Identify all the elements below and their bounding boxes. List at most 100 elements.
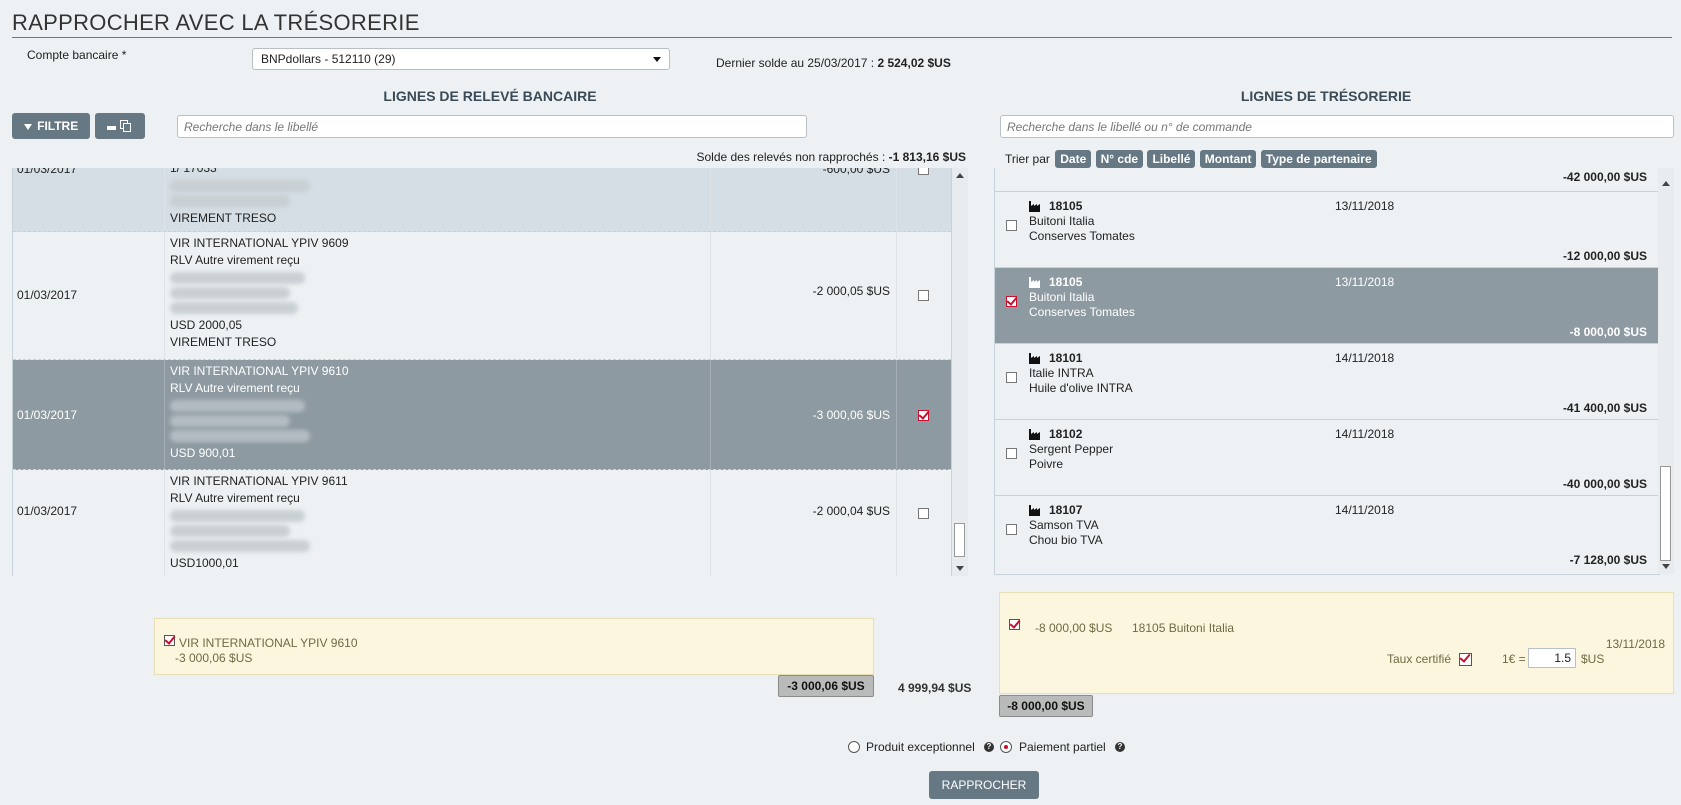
- factory-icon: [1029, 429, 1040, 440]
- order-number: 18105: [1049, 275, 1083, 289]
- table-row[interactable]: 01/03/2017 VIR INTERNATIONAL YPIV 9609 R…: [13, 232, 951, 360]
- chevron-down-icon: [653, 57, 661, 62]
- item-partner: Samson TVA: [1029, 518, 1099, 532]
- scrollbar-thumb[interactable]: [954, 523, 965, 557]
- item-label: Huile d'olive INTRA: [1029, 381, 1133, 395]
- item-checkbox[interactable]: [1006, 372, 1017, 383]
- help-icon[interactable]: ?: [1115, 742, 1125, 752]
- selection-checkbox[interactable]: [1009, 619, 1020, 630]
- table-row[interactable]: 01/03/2017 VIR INTERNATIONAL YPIV 9611 R…: [13, 470, 951, 576]
- account-select-value: BNPdollars - 512110 (29): [261, 52, 396, 66]
- list-item[interactable]: 18101 14/11/2018 Italie INTRA Huile d'ol…: [995, 344, 1659, 420]
- row-checkbox[interactable]: [918, 410, 929, 421]
- item-checkbox[interactable]: [1006, 220, 1017, 231]
- redacted-text: [170, 302, 298, 314]
- list-item[interactable]: 18107 14/11/2018 Samson TVA Chou bio TVA…: [995, 496, 1659, 574]
- scroll-up-icon[interactable]: [1662, 181, 1670, 186]
- order-number: 18102: [1049, 427, 1083, 441]
- row-amount: -3 000,06 $US: [710, 360, 896, 469]
- redacted-text: [170, 180, 310, 192]
- bank-search-input[interactable]: Recherche dans le libellé: [177, 115, 807, 138]
- scroll-up-icon[interactable]: [956, 173, 964, 178]
- selection-checkbox[interactable]: [164, 635, 175, 646]
- treasury-lines-list: -42 000,00 $US 18105 13/11/2018 Buitoni …: [994, 168, 1660, 575]
- list-item[interactable]: -42 000,00 $US: [995, 168, 1659, 192]
- filter-button-label: FILTRE: [37, 119, 79, 133]
- account-select[interactable]: BNPdollars - 512110 (29): [252, 48, 670, 70]
- sort-date-button[interactable]: Date: [1055, 150, 1092, 168]
- sort-order-button[interactable]: N° cde: [1095, 150, 1144, 168]
- row-label-line: RLV Autre virement reçu: [170, 381, 300, 395]
- last-balance-label: Dernier solde au 25/03/2017 :: [716, 56, 875, 70]
- item-partner: Buitoni Italia: [1029, 214, 1095, 228]
- filter-button[interactable]: FILTRE: [12, 113, 90, 139]
- last-balance-value: 2 524,02 $US: [877, 56, 951, 70]
- partial-payment-radio[interactable]: [1000, 741, 1012, 753]
- table-row[interactable]: 01/03/2017 VIR INTERNATIONAL YPIV 9610 R…: [13, 360, 951, 470]
- item-label: Poivre: [1029, 457, 1064, 471]
- row-date: 01/03/2017: [17, 168, 78, 176]
- sort-partner-type-button[interactable]: Type de partenaire: [1260, 150, 1377, 168]
- row-amount: -2 000,05 $US: [710, 232, 896, 359]
- table-row[interactable]: 01/03/2017 1/ 17033 VIREMENT TRESO -600,…: [13, 168, 951, 232]
- item-amount: -41 400,00 $US: [1562, 401, 1647, 415]
- item-label: Conserves Tomates: [1029, 229, 1135, 243]
- rate-input[interactable]: 1.5: [1528, 648, 1576, 668]
- selection-label: VIR INTERNATIONAL YPIV 9610: [179, 636, 358, 650]
- scroll-down-icon[interactable]: [1662, 564, 1670, 569]
- item-date: 13/11/2018: [1335, 199, 1395, 213]
- reconcile-button[interactable]: RAPPROCHER: [929, 771, 1039, 799]
- item-partner: Buitoni Italia: [1029, 290, 1095, 304]
- row-checkbox[interactable]: [918, 290, 929, 301]
- unreconciled-value: -1 813,16 $US: [888, 150, 966, 164]
- bank-lines-scrollbar[interactable]: [952, 168, 968, 576]
- scrollbar-thumb[interactable]: [1660, 466, 1671, 561]
- row-label-line: 1/ 17033: [170, 168, 217, 175]
- sort-amount-button[interactable]: Montant: [1199, 150, 1257, 168]
- treasury-lines-scrollbar[interactable]: [1658, 168, 1674, 574]
- sort-label: Trier par: [1005, 152, 1050, 166]
- redacted-text: [170, 525, 290, 537]
- redacted-text: [170, 540, 310, 552]
- row-label-line: VIR INTERNATIONAL YPIV 9610: [170, 364, 349, 378]
- collapse-copy-button[interactable]: [95, 113, 145, 139]
- item-date: 13/11/2018: [1335, 275, 1395, 289]
- redacted-text: [170, 415, 290, 427]
- row-checkbox[interactable]: [918, 168, 929, 175]
- unreconciled-label: Solde des relevés non rapprochés :: [696, 150, 886, 164]
- scroll-down-icon[interactable]: [956, 566, 964, 571]
- sort-label-button[interactable]: Libellé: [1147, 150, 1196, 168]
- row-label-line: VIREMENT TRESO: [170, 211, 277, 225]
- selection-date: 13/11/2018: [1605, 637, 1665, 651]
- redacted-text: [170, 400, 305, 412]
- item-amount: -8 000,00 $US: [1569, 325, 1647, 339]
- bank-lines-heading: LIGNES DE RELEVÉ BANCAIRE: [383, 88, 597, 104]
- exceptional-product-radio[interactable]: [848, 741, 860, 753]
- factory-icon: [1029, 353, 1040, 364]
- factory-icon: [1029, 277, 1040, 288]
- redacted-text: [170, 195, 290, 207]
- title-divider: [12, 37, 1672, 38]
- list-item[interactable]: 18105 13/11/2018 Buitoni Italia Conserve…: [995, 192, 1659, 268]
- row-amount: -600,00 $US: [710, 168, 896, 231]
- minus-icon: [107, 126, 116, 130]
- unreconciled-balance: Solde des relevés non rapprochés : -1 81…: [600, 150, 966, 164]
- row-date: 01/03/2017: [17, 408, 78, 422]
- item-checkbox[interactable]: [1006, 448, 1017, 459]
- item-checkbox[interactable]: [1006, 524, 1017, 535]
- certified-rate-checkbox[interactable]: [1459, 653, 1472, 666]
- item-partner: Italie INTRA: [1029, 366, 1094, 380]
- item-checkbox[interactable]: [1006, 296, 1017, 307]
- item-date: 14/11/2018: [1335, 503, 1395, 517]
- row-label-line: VIR INTERNATIONAL YPIV 9611: [170, 474, 348, 488]
- list-item[interactable]: 18102 14/11/2018 Sergent Pepper Poivre -…: [995, 420, 1659, 496]
- item-partner: Sergent Pepper: [1029, 442, 1114, 456]
- help-icon[interactable]: ?: [984, 742, 994, 752]
- row-checkbox[interactable]: [918, 508, 929, 519]
- item-date: 14/11/2018: [1335, 427, 1395, 441]
- selection-label: 18105 Buitoni Italia: [1132, 621, 1235, 635]
- redacted-text: [170, 287, 290, 299]
- list-item[interactable]: 18105 13/11/2018 Buitoni Italia Conserve…: [995, 268, 1659, 344]
- item-date: 14/11/2018: [1335, 351, 1395, 365]
- treasury-search-input[interactable]: Recherche dans le libellé ou n° de comma…: [1000, 115, 1674, 138]
